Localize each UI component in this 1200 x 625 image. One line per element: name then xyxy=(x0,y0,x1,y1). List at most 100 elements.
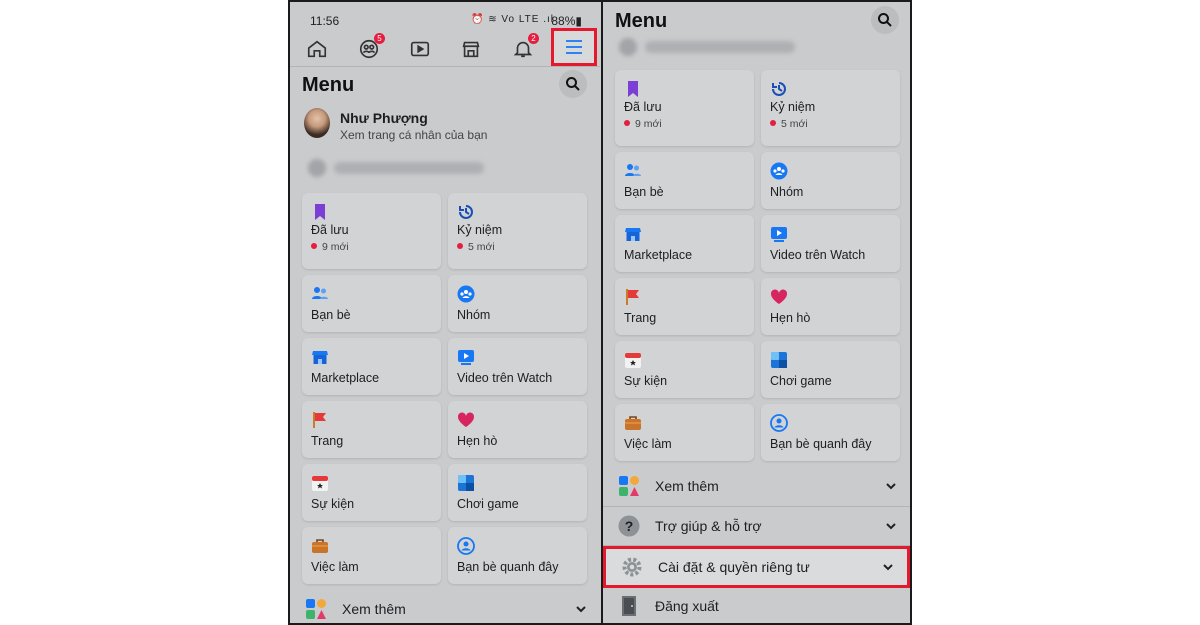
card-label: Kỷ niệm xyxy=(457,223,503,237)
card-saved[interactable]: Đã lưu 9 mới xyxy=(302,193,441,269)
card-groups[interactable]: Nhóm xyxy=(761,152,900,209)
see-more-row[interactable]: Xem thêm xyxy=(290,591,600,623)
card-nearby-friends[interactable]: Bạn bè quanh đây xyxy=(448,527,587,584)
help-question-icon: ? xyxy=(617,514,641,538)
card-label: Bạn bè xyxy=(311,308,351,322)
see-more-label: Xem thêm xyxy=(655,478,719,494)
card-marketplace[interactable]: Marketplace xyxy=(302,338,441,395)
hamburger-menu-button[interactable] xyxy=(551,28,597,66)
svg-text:?: ? xyxy=(625,518,634,534)
nav-friends[interactable]: 5 xyxy=(354,33,385,62)
search-button[interactable] xyxy=(559,70,587,98)
card-watch-video[interactable]: Video trên Watch xyxy=(448,338,587,395)
top-nav-bar: 5 2 xyxy=(290,28,600,67)
bookmark-icon xyxy=(628,81,638,97)
card-badge: 9 mới xyxy=(311,241,349,253)
dating-heart-icon xyxy=(770,289,788,304)
nearby-friends-icon xyxy=(457,537,475,555)
help-support-row[interactable]: ? Trợ giúp & hỗ trợ xyxy=(603,508,910,544)
card-label: Nhóm xyxy=(457,308,491,322)
profile-subtitle: Xem trang cá nhân của bạn xyxy=(340,128,488,142)
settings-privacy-row[interactable]: Cài đặt & quyền riêng tư xyxy=(603,546,910,588)
blurred-shortcut-row-right xyxy=(645,41,795,53)
card-badge: 5 mới xyxy=(457,241,495,253)
hamburger-menu-icon xyxy=(566,40,582,54)
friends-badge: 5 xyxy=(374,33,385,44)
card-label: Việc làm xyxy=(624,437,672,451)
card-groups[interactable]: Nhóm xyxy=(448,275,587,332)
card-label: Nhóm xyxy=(770,185,804,199)
card-jobs[interactable]: Việc làm xyxy=(615,404,754,461)
chevron-down-icon xyxy=(886,483,896,490)
card-label: Bạn bè quanh đây xyxy=(457,560,559,574)
jobs-briefcase-icon xyxy=(625,416,641,430)
memories-clock-icon xyxy=(772,82,786,96)
groups-icon xyxy=(770,162,788,180)
settings-gear-icon xyxy=(620,555,644,579)
gaming-icon xyxy=(771,352,787,368)
card-label: Hẹn hò xyxy=(770,311,811,325)
left-phone-screen: 11:56 ⏰ ≋ Vo LTE .ıl 88%▮ 5 2 Menu Như P… xyxy=(290,2,600,623)
card-label: Đã lưu xyxy=(311,223,349,237)
screenshot-frame: 11:56 ⏰ ≋ Vo LTE .ıl 88%▮ 5 2 Menu Như P… xyxy=(288,0,912,625)
card-label: Bạn bè quanh đây xyxy=(770,437,872,451)
card-label: Sự kiện xyxy=(311,497,355,511)
page-title: Menu xyxy=(302,74,355,96)
watch-icon xyxy=(410,41,430,57)
card-pages[interactable]: Trang xyxy=(302,401,441,458)
right-phone-screen: Menu Đã lưu 9 mới Kỷ niệm 5 mới Bạn bè N… xyxy=(603,2,910,623)
see-more-row[interactable]: Xem thêm xyxy=(603,468,910,504)
nearby-friends-icon xyxy=(770,414,788,432)
nav-watch[interactable] xyxy=(405,36,435,62)
card-pages[interactable]: Trang xyxy=(615,278,754,335)
card-badge: 5 mới xyxy=(770,118,808,130)
blurred-shortcut-row xyxy=(334,162,484,174)
nav-marketplace[interactable] xyxy=(456,36,486,62)
card-memories[interactable]: Kỷ niệm 5 mới xyxy=(761,70,900,146)
card-gaming[interactable]: Chơi game xyxy=(761,341,900,398)
jobs-briefcase-icon xyxy=(312,539,328,553)
watch-video-icon xyxy=(458,350,474,365)
memories-clock-icon xyxy=(459,205,473,219)
nav-notifications[interactable]: 2 xyxy=(508,33,539,62)
card-dating[interactable]: Hẹn hò xyxy=(448,401,587,458)
battery-level: 88%▮ xyxy=(551,14,582,28)
card-nearby-friends[interactable]: Bạn bè quanh đây xyxy=(761,404,900,461)
pages-flag-icon xyxy=(313,412,326,428)
card-events[interactable]: Sự kiện xyxy=(615,341,754,398)
gaming-icon xyxy=(458,475,474,491)
card-label: Trang xyxy=(624,311,657,325)
card-saved[interactable]: Đã lưu 9 mới xyxy=(615,70,754,146)
card-gaming[interactable]: Chơi game xyxy=(448,464,587,521)
logout-door-icon xyxy=(617,594,641,618)
card-label: Đã lưu xyxy=(624,100,662,114)
blurred-avatar-right xyxy=(619,38,637,56)
help-support-label: Trợ giúp & hỗ trợ xyxy=(655,518,762,534)
marketplace-store-icon xyxy=(625,228,641,241)
card-friends[interactable]: Bạn bè xyxy=(302,275,441,332)
card-watch-video[interactable]: Video trên Watch xyxy=(761,215,900,272)
chevron-down-icon xyxy=(883,564,893,571)
search-button-right[interactable] xyxy=(871,6,899,34)
see-more-label: Xem thêm xyxy=(342,601,406,617)
card-jobs[interactable]: Việc làm xyxy=(302,527,441,584)
card-label: Chơi game xyxy=(457,497,519,511)
logout-row[interactable]: Đăng xuất xyxy=(603,588,910,623)
profile-shortcut[interactable]: Như Phượng Xem trang cá nhân của bạn xyxy=(304,106,584,146)
card-friends[interactable]: Bạn bè xyxy=(615,152,754,209)
card-events[interactable]: Sự kiện xyxy=(302,464,441,521)
card-memories[interactable]: Kỷ niệm 5 mới xyxy=(448,193,587,269)
card-label: Hẹn hò xyxy=(457,434,498,448)
card-label: Sự kiện xyxy=(624,374,668,388)
card-dating[interactable]: Hẹn hò xyxy=(761,278,900,335)
card-badge: 9 mới xyxy=(624,118,662,130)
events-calendar-icon xyxy=(625,353,641,368)
nav-home[interactable] xyxy=(302,36,332,62)
blurred-avatar xyxy=(308,159,326,177)
card-label: Chơi game xyxy=(770,374,832,388)
watch-video-icon xyxy=(771,227,787,242)
shortcut-grid: Đã lưu 9 mới Kỷ niệm 5 mới Bạn bè Nhóm M… xyxy=(302,193,587,584)
card-marketplace[interactable]: Marketplace xyxy=(615,215,754,272)
shortcut-grid-right: Đã lưu 9 mới Kỷ niệm 5 mới Bạn bè Nhóm M… xyxy=(615,70,900,461)
card-label: Kỷ niệm xyxy=(770,100,816,114)
